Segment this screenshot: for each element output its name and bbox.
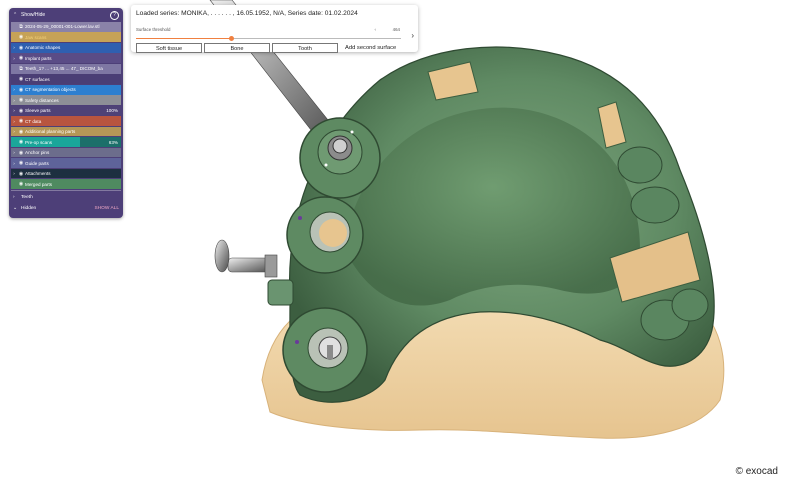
hidden-label: Hidden [21,205,37,211]
scan-icon[interactable]: ⧉ [17,24,25,30]
panel-row-label: CT segmentation objects [25,87,76,93]
eye-icon[interactable]: ◉ [17,129,25,135]
bone-button[interactable]: Bone [204,43,270,53]
panel-row-label: Guide parts [25,160,49,166]
tooth-button[interactable]: Tooth [272,43,338,53]
panel-row-percent: 63% [108,139,118,145]
eye-icon[interactable]: ◉ [17,108,25,114]
anchor-pin [214,239,294,306]
panel-row[interactable]: › ◉ Implant parts [11,53,121,64]
soft-tissue-button[interactable]: Soft tissue [136,43,202,53]
panel-row[interactable]: ◉ Merged parts [11,179,121,189]
eye-icon[interactable]: ◉ [17,45,25,51]
panel-row-label: Implant parts [25,55,52,61]
panel-row-label: Safety distances [25,97,59,103]
sleeve-3 [282,307,368,393]
scan-icon[interactable]: ⧉ [17,66,25,72]
panel-row-label: 2024-05-29_00001-001-Lower.lav.stl [25,24,100,30]
eye-icon[interactable]: ◉ [17,97,25,103]
show-all-button[interactable]: SHOW ALL [94,206,119,211]
eye-icon[interactable]: ◉ [17,87,25,93]
panel-row-label: CT surfaces [25,76,50,82]
panel-row[interactable]: ◉ CT surfaces [11,74,121,85]
chevron-right-icon[interactable]: › [411,31,414,40]
threshold-handle[interactable] [228,36,234,41]
sleeve-2 [286,196,364,274]
eye-icon[interactable]: ◉ [17,160,25,166]
show-hide-title: Show/Hide [21,12,46,18]
help-icon[interactable]: ? [110,10,119,20]
threshold-decrease-icon[interactable]: ‹ [375,27,376,32]
chevron-right-icon: › [13,194,15,200]
eye-icon[interactable]: ◉ [17,118,25,124]
threshold-fill [136,38,232,39]
panel-row[interactable]: › ◉ Guide parts [11,158,121,168]
panel-row[interactable]: › ◉ Additional planning parts [11,126,121,137]
panel-row-label: Jaw scans [25,34,47,40]
eye-icon[interactable]: ◉ [17,55,25,61]
eye-icon[interactable]: ◉ [17,34,25,40]
panel-row-label: Additional planning parts [25,129,76,135]
threshold-value: 464 [392,27,400,32]
eye-icon[interactable]: ◉ [17,171,25,177]
panel-row-label: Anchor pins [25,150,50,156]
panel-row[interactable]: › ◉ CT data [11,116,121,126]
panel-row-label: CT data [25,118,42,124]
threshold-label: Surface threshold [136,27,171,32]
loaded-series-text: Loaded series: MONIKA, . . . . . . , 16.… [136,10,358,17]
eye-icon[interactable]: ◉ [17,150,25,156]
panel-row[interactable]: › ◉ Sleeve parts 100% [11,105,121,116]
panel-row-label: Sleeve parts [25,108,51,114]
panel-row-label: Merged parts [25,181,53,187]
panel-row-percent: 100% [106,108,118,114]
panel-row[interactable]: ⧉ Teeth_1? ... +13,45 ... 47_ DICOM_ba [11,63,121,74]
object-list: ⧉ 2024-05-29_00001-001-Lower.lav.stl ◉ Jaw … [9,22,123,189]
threshold-slider[interactable] [136,36,401,41]
show-hide-header[interactable]: ⌃ Show/Hide ? [9,8,123,22]
teeth-section[interactable]: › Teeth [9,192,123,203]
panel-row-label: Teeth_1? ... +13,45 ... 47_ DICOM_ba [25,66,103,72]
panel-row[interactable]: › ◉ Attachments [11,168,121,179]
eye-icon[interactable]: ◉ [17,139,25,145]
chevron-up-icon: ⌃ [13,12,18,18]
panel-row[interactable]: › ◉ Safety distances [11,95,121,105]
panel-row[interactable]: ◉ Jaw scans [11,32,121,43]
copyright-label: © exocad [735,466,778,477]
chevron-down-icon: ⌄ [13,205,18,211]
show-hide-panel: ⌃ Show/Hide ? ⧉ 2024-05-29_00001-001-Lowe… [9,8,123,218]
eye-icon[interactable]: ◉ [17,181,25,187]
divider [11,189,121,191]
add-second-surface-button[interactable]: Add second surface [345,45,396,51]
panel-row-label: Attachments [25,171,51,177]
sleeve-1 [299,117,381,199]
panel-row[interactable]: ⧉ 2024-05-29_00001-001-Lower.lav.stl [11,22,121,32]
panel-row-label: Anatomic shapes [25,45,61,51]
panel-row[interactable]: › ◉ CT segmentation objects [11,84,121,95]
panel-row[interactable]: › ◉ Anatomic shapes [11,42,121,53]
series-panel: Loaded series: MONIKA, . . . . . . , 16.… [131,5,418,53]
panel-row[interactable]: › ◉ Anchor pins [11,147,121,158]
hidden-section[interactable]: ⌄ Hidden SHOW ALL [9,203,123,214]
eye-icon[interactable]: ◉ [17,76,25,82]
teeth-label: Teeth [21,194,33,200]
panel-row-label: Pre-op scans [25,139,53,145]
panel-row[interactable]: ◉ Pre-op scans 63% [11,137,121,147]
